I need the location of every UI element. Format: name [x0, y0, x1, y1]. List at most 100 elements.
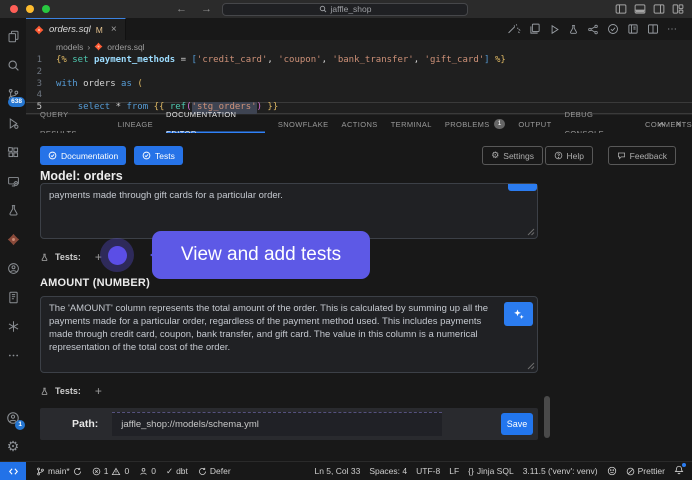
git-branch-icon: [36, 467, 45, 476]
language-mode-status[interactable]: {} Jinja SQL: [468, 466, 514, 476]
braces-icon: {}: [468, 466, 474, 476]
search-sidebar-icon[interactable]: [0, 51, 26, 80]
breadcrumb-folder[interactable]: models: [56, 42, 83, 52]
user-circle-icon[interactable]: [0, 254, 26, 283]
explorer-icon[interactable]: [0, 22, 26, 51]
toggle-secondary-sidebar-icon[interactable]: [653, 3, 665, 15]
dbt-status[interactable]: ✓ dbt: [166, 466, 188, 477]
comment-icon: [617, 151, 626, 160]
accounts-icon[interactable]: 1: [0, 403, 26, 432]
tab-close-icon[interactable]: ×: [111, 24, 117, 35]
code-line[interactable]: 3with orders as (: [26, 79, 692, 91]
build-flask-icon[interactable]: [568, 24, 579, 35]
command-center-search[interactable]: jaffle_shop: [222, 3, 468, 16]
customize-layout-icon[interactable]: [672, 3, 684, 15]
panel-scrollbar[interactable]: [544, 396, 550, 438]
breadcrumb-file[interactable]: orders.sql: [107, 42, 144, 52]
user-count-status[interactable]: 0: [139, 466, 156, 476]
column-description-textarea[interactable]: The 'AMOUNT' column represents the total…: [40, 296, 538, 373]
extensions-icon[interactable]: [0, 138, 26, 167]
problems-status[interactable]: 1 0: [92, 466, 129, 476]
history-back-icon[interactable]: ←: [176, 3, 187, 15]
encoding-status[interactable]: UTF-8: [416, 466, 440, 476]
circle-slash-icon: [626, 467, 635, 476]
check-circle-icon: [48, 151, 57, 160]
line-number: 2: [26, 67, 42, 79]
panel-tab-snowflake[interactable]: SNOWFLAKE: [278, 115, 329, 133]
remote-indicator[interactable]: [0, 462, 26, 480]
save-button[interactable]: Save: [501, 413, 533, 435]
panel-tab-lineage[interactable]: LINEAGE: [118, 115, 153, 133]
close-panel-icon[interactable]: ×: [676, 119, 682, 130]
prettier-status[interactable]: Prettier: [626, 466, 665, 476]
panel-tab-actions[interactable]: ACTIONS: [342, 115, 378, 133]
validate-check-icon[interactable]: [607, 23, 619, 35]
line-number: 3: [26, 79, 42, 91]
eol-status[interactable]: LF: [449, 466, 459, 476]
remote-explorer-icon[interactable]: [0, 167, 26, 196]
path-input[interactable]: jaffle_shop://models/schema.yml: [112, 412, 442, 436]
notifications-bell[interactable]: [674, 465, 684, 477]
panel-tab-terminal[interactable]: TERMINAL: [391, 115, 432, 133]
history-forward-icon[interactable]: →: [201, 3, 212, 15]
sync-icon: [73, 467, 82, 476]
toggle-sidebar-icon[interactable]: [615, 3, 627, 15]
close-window-button[interactable]: [10, 5, 18, 13]
more-actions-icon[interactable]: ⋯: [667, 24, 678, 35]
defer-status[interactable]: Defer: [198, 466, 231, 476]
documentation-editor-panel: Documentation Tests ⚙ Settings Help Feed…: [26, 133, 692, 461]
panel-tab-output[interactable]: OUTPUT: [518, 115, 551, 133]
python-interpreter-status[interactable]: 3.11.5 ('venv': venv): [523, 466, 598, 476]
lineage-icon[interactable]: [587, 24, 599, 35]
toggle-panel-icon[interactable]: [634, 3, 646, 15]
git-branch-status[interactable]: main*: [36, 466, 82, 476]
docs-book-icon[interactable]: [627, 23, 639, 35]
generate-docs-ai-button[interactable]: [504, 302, 533, 326]
run-debug-icon[interactable]: [0, 109, 26, 138]
settings-button[interactable]: ⚙ Settings: [482, 146, 543, 165]
problems-badge: 1: [494, 119, 506, 130]
code-line[interactable]: 4: [26, 90, 692, 102]
testing-beaker-icon[interactable]: [0, 196, 26, 225]
cursor-position-status[interactable]: Ln 5, Col 33: [314, 466, 360, 476]
minimize-window-button[interactable]: [26, 5, 34, 13]
breadcrumb[interactable]: models › orders.sql: [26, 40, 692, 53]
feedback-smiley-icon[interactable]: [607, 466, 617, 476]
documentation-toggle-button[interactable]: Documentation: [40, 146, 126, 165]
more-views-icon[interactable]: [0, 341, 26, 370]
git-modified-badge: M: [96, 25, 103, 35]
execute-play-icon[interactable]: [549, 24, 560, 35]
indentation-status[interactable]: Spaces: 4: [369, 466, 407, 476]
editor-tab-bar: orders.sql M × ⋯: [26, 18, 692, 40]
panel-tab-debug-console[interactable]: DEBUG CONSOLE: [565, 115, 632, 133]
generate-docs-ai-button-clipped[interactable]: [508, 184, 537, 191]
activity-bar: 638 1 ⚙: [0, 18, 26, 461]
source-control-icon[interactable]: 638: [0, 80, 26, 109]
compiled-query-icon[interactable]: [529, 23, 541, 35]
dbt-file-icon: [34, 25, 44, 35]
dbt-sidebar-icon[interactable]: [0, 225, 26, 254]
panel-tab-query-results[interactable]: QUERY RESULTS: [40, 115, 105, 133]
snowflake-icon[interactable]: [0, 312, 26, 341]
split-editor-icon[interactable]: [647, 23, 659, 35]
code-line[interactable]: 1{% set payment_methods = ['credit_card'…: [26, 55, 692, 67]
add-test-button[interactable]: +: [95, 384, 102, 398]
run-model-wand-icon[interactable]: [507, 23, 521, 35]
notebook-icon[interactable]: [0, 283, 26, 312]
search-icon: [319, 5, 327, 13]
error-icon: [92, 467, 101, 476]
resize-handle-icon[interactable]: [527, 228, 535, 236]
tab-orders-sql[interactable]: orders.sql M ×: [26, 18, 126, 40]
feedback-button[interactable]: Feedback: [608, 146, 676, 165]
sync-icon: [198, 467, 207, 476]
model-tests-row: Tests: +: [40, 250, 102, 264]
code-line[interactable]: 2: [26, 67, 692, 79]
tests-toggle-button[interactable]: Tests: [134, 146, 183, 165]
resize-handle-icon[interactable]: [527, 362, 535, 370]
zoom-window-button[interactable]: [42, 5, 50, 13]
panel-tab-problems[interactable]: PROBLEMS1: [445, 115, 506, 133]
settings-gear-icon[interactable]: ⚙: [0, 432, 26, 461]
panel-tab-documentation-editor[interactable]: DOCUMENTATION EDITOR: [166, 115, 265, 133]
help-button[interactable]: Help: [545, 146, 593, 165]
maximize-panel-icon[interactable]: [657, 120, 666, 129]
